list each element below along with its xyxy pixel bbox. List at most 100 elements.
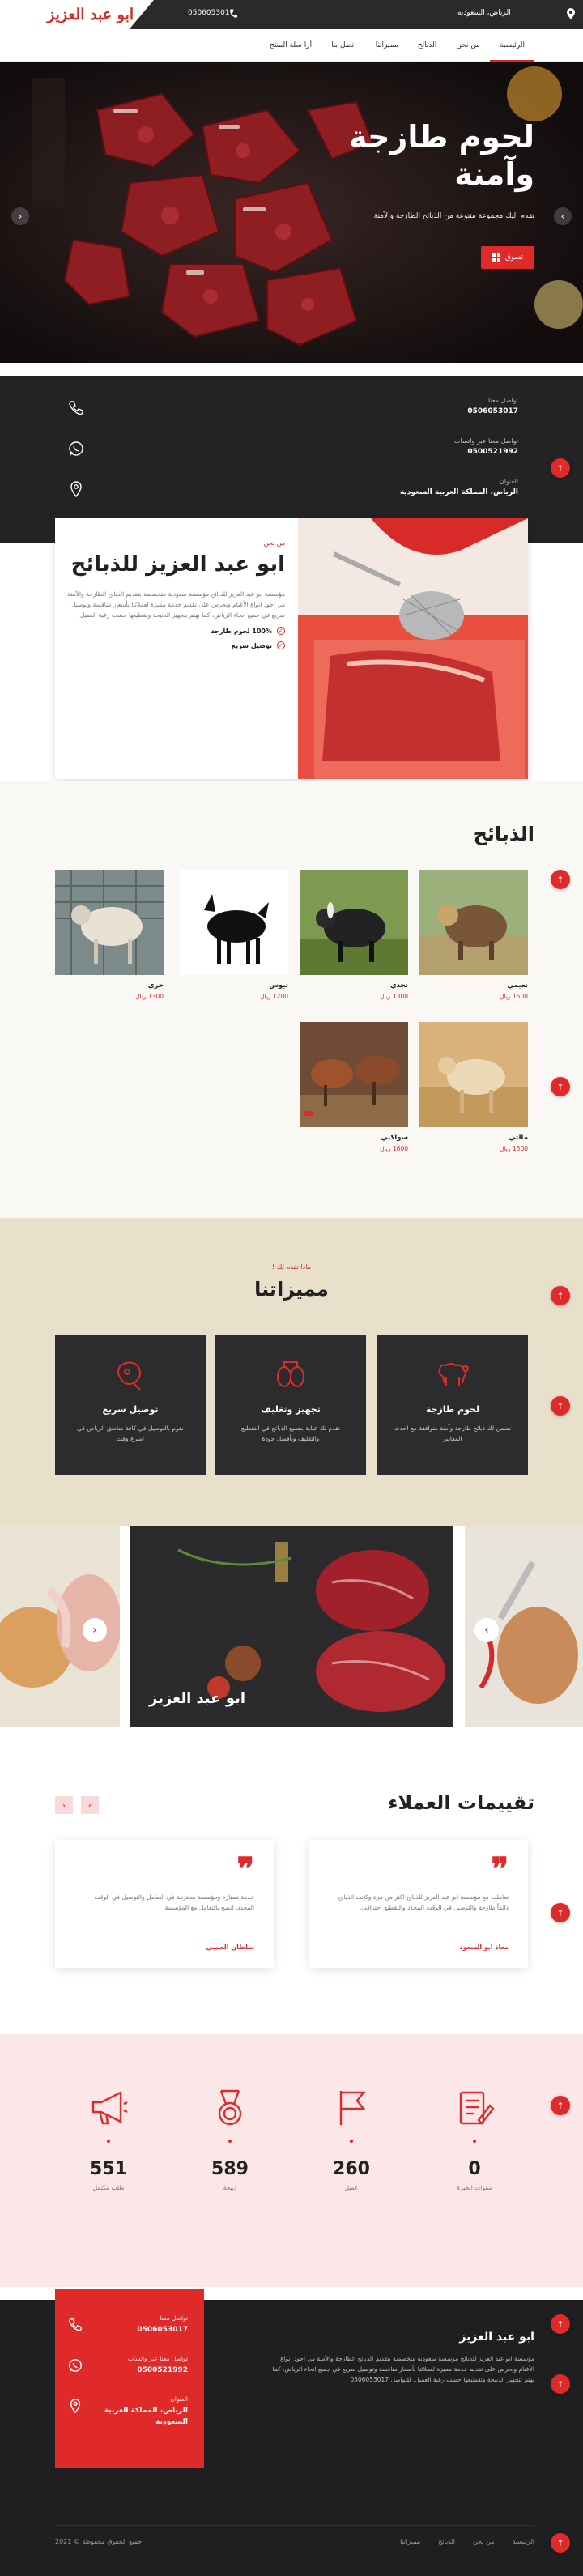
footer-link-about[interactable]: من نحن (473, 2538, 494, 2545)
features-title: مميزاتنا (254, 1278, 329, 1301)
feature-title: لحوم طازجة (425, 1404, 480, 1415)
testimonial-name: سلطان العتيبي (206, 1944, 254, 1951)
scroll-top-button[interactable]: ↑ (551, 1286, 570, 1305)
arrow-up-icon: ↑ (556, 874, 564, 885)
product-price: 1300 ريال (135, 993, 164, 1000)
main-nav: الرئيسية من نحن الذبائح مميزاتنا اتصل بن… (0, 29, 583, 62)
feature-desc: نضمن لك ذبائح طازجة وآمنة متوافقة مع احد… (394, 1424, 512, 1442)
phone-icon (69, 401, 83, 415)
product-price: 1500 ريال (500, 1145, 528, 1152)
footer-paragraph: مؤسسة ابو عبد العزيز للذبائح مؤسسة سعودي… (272, 2355, 534, 2383)
testimonial-text: تعاملت مع مؤسسة ابو عبد العزيز للذبائح ا… (338, 1893, 509, 1911)
product-card[interactable]: نعيمي 1500 ريال (419, 870, 528, 1000)
arrow-up-icon: ↑ (556, 2100, 564, 2111)
nav-features[interactable]: مميزاتنا (366, 29, 408, 62)
product-image (419, 870, 528, 975)
product-name: نجدي (389, 981, 408, 990)
scroll-top-button[interactable]: ↑ (551, 1903, 570, 1922)
feature-card: تجهيز وتغليف نقدم لك عناية بجميع الذبائح… (215, 1335, 366, 1475)
topbar-location: الرياض، السعودية (457, 9, 511, 17)
whatsapp-icon (69, 441, 83, 456)
footer-whatsapp-value: 0500521992 (137, 2366, 188, 2374)
phone-icon (69, 2318, 82, 2331)
scroll-top-button[interactable]: ↑ (551, 2096, 570, 2115)
scroll-top-button[interactable]: ↑ (551, 2314, 570, 2334)
nav-products[interactable]: الذبائح (408, 29, 447, 62)
footer-contact-box: تواصل معنا 0506053017 تواصل معنا عبر وات… (55, 2289, 204, 2468)
gallery-next-button[interactable]: › (474, 1618, 499, 1642)
footer-whatsapp[interactable]: تواصل معنا عبر واتساب 0500521992 (74, 2355, 188, 2376)
stat-item: 260 عميل (319, 2088, 384, 2191)
lamb-icon (438, 1363, 469, 1386)
arrow-up-icon: ↑ (556, 1290, 564, 1301)
footer-link-home[interactable]: الرئيسية (512, 2538, 534, 2545)
nav-contact[interactable]: اتصل بنا (321, 29, 365, 62)
footer-link-features[interactable]: مميزاتنا (400, 2538, 420, 2545)
product-card[interactable]: مالتي 1500 ريال (419, 1022, 528, 1152)
meat-leg-icon (117, 1361, 141, 1390)
nav-cart[interactable]: أرا سلة المنتج (260, 29, 321, 62)
megaphone-icon (91, 2091, 128, 2125)
product-image (55, 870, 164, 975)
product-image (419, 1022, 528, 1127)
footer-phone[interactable]: تواصل معنا 0506053017 (74, 2314, 188, 2335)
feature-desc: نقوم بالتوصيل في كافة مناطق الرياض في اس… (77, 1424, 184, 1442)
testimonials-title: تقييمات العملاء (388, 1791, 534, 1814)
scroll-top-button[interactable]: ↑ (551, 2374, 570, 2394)
testimonial-text: خدمة ممتازة ومؤسسة محترمة في التعامل وال… (94, 1893, 254, 1911)
page: ابو عبد العزيز 0506053017 الرياض، السعود… (0, 0, 583, 2576)
slider-prev-button[interactable]: ‹ (11, 207, 29, 225)
flag-icon (339, 2091, 366, 2125)
brand-logo[interactable]: ابو عبد العزيز (47, 6, 134, 23)
scroll-top-button[interactable]: ↑ (551, 1396, 570, 1416)
topbar-phone[interactable]: 0506053017 (188, 9, 234, 17)
testimonials-next-button[interactable]: › (81, 1796, 99, 1814)
scroll-top-button[interactable]: ↑ (551, 458, 570, 478)
nav-about[interactable]: من نحن (446, 29, 490, 62)
hero-shop-button[interactable]: تسوق (481, 246, 534, 269)
chevron-left-icon: ‹ (18, 211, 23, 222)
product-name: مالتي (509, 1134, 528, 1142)
footer-links: الرئيسية من نحن الذبائح مميزاتنا (400, 2538, 534, 2545)
footer-phone-value: 0506053017 (137, 2326, 188, 2334)
location-pin-icon (70, 481, 82, 497)
product-card[interactable]: سواكني 1600 ريال (300, 1022, 408, 1152)
contact-phone[interactable]: تواصل معنا 0506053017 (356, 397, 518, 415)
contact-whatsapp[interactable]: تواصل معنا عبر واتساب 0500521992 (356, 437, 518, 456)
slider-next-button[interactable]: › (554, 207, 572, 225)
product-name: حري (147, 981, 164, 990)
scroll-top-button[interactable]: ↑ (551, 1077, 570, 1096)
product-price: 1300 ريال (380, 993, 408, 1000)
check-item: ✓ 100% لحوم طازجة (65, 627, 285, 635)
check-icon: ✓ (277, 627, 285, 635)
product-card[interactable]: تيوس 1200 ريال (180, 870, 288, 1000)
footer: تواصل معنا 0506053017 تواصل معنا عبر وات… (0, 2289, 583, 2576)
stat-dot (107, 2140, 110, 2143)
about-kicker: من نحن (263, 539, 285, 547)
contact-phone-label: تواصل معنا (488, 397, 518, 404)
stat-label: طلب مكتمل (92, 2184, 125, 2191)
chevron-right-icon: › (87, 1799, 92, 1811)
scroll-top-button[interactable]: ↑ (551, 2533, 570, 2553)
quote-icon: ❞ (491, 1850, 509, 1888)
testimonials-prev-button[interactable]: ‹ (55, 1796, 73, 1814)
stat-value: 260 (333, 2159, 370, 2179)
contact-whatsapp-value: 0500521992 (467, 448, 518, 456)
footer-brand: ابو عبد العزيز (459, 2331, 534, 2344)
product-card[interactable]: حري 1300 ريال (55, 870, 164, 1000)
about-paragraph: مؤسسة ابو عبد العزيز للذبائح مؤسسة سعودي… (67, 590, 285, 619)
stats-section: 0 سنوات الخبرة 260 عميل 589 ذبيحة 551 طل… (0, 2034, 583, 2287)
location-pin-icon (70, 2399, 81, 2413)
stat-dot (228, 2140, 232, 2143)
footer-link-products[interactable]: الذبائح (438, 2538, 455, 2545)
scroll-top-button[interactable]: ↑ (551, 870, 570, 889)
hero-title: لحوم طازجة وآمنة (349, 119, 534, 192)
product-card[interactable]: نجدي 1300 ريال (300, 870, 408, 1000)
hero-shop-label: تسوق (504, 253, 524, 262)
chevron-right-icon: › (484, 1624, 489, 1637)
stat-item: 589 ذبيحة (198, 2088, 262, 2191)
gallery-prev-button[interactable]: ‹ (83, 1618, 107, 1642)
nav-home[interactable]: الرئيسية (490, 29, 534, 62)
product-name: نعيمي (507, 981, 528, 990)
footer-whatsapp-label: تواصل معنا عبر واتساب (127, 2355, 188, 2362)
